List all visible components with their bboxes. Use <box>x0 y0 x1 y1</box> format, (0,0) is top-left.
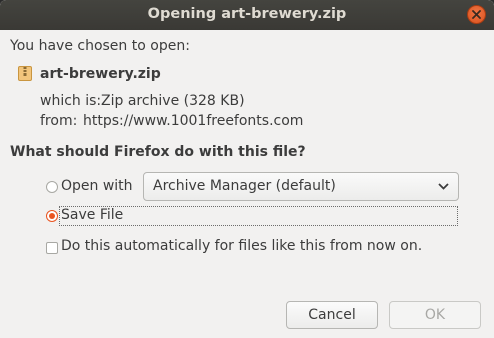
file-name: art-brewery.zip <box>40 66 161 82</box>
dialog-title: Opening art-brewery.zip <box>147 6 347 22</box>
cancel-button[interactable]: Cancel <box>286 301 378 329</box>
application-select-value: Archive Manager (default) <box>153 178 336 194</box>
application-select[interactable]: Archive Manager (default) <box>143 172 459 201</box>
save-file-label[interactable]: Save File <box>61 207 123 223</box>
archive-file-icon <box>18 66 32 81</box>
close-icon <box>472 10 481 19</box>
file-type-label: which is: <box>40 93 102 109</box>
file-type-value: Zip archive (328 KB) <box>101 93 245 109</box>
chevron-down-icon <box>438 183 449 190</box>
auto-action-label[interactable]: Do this automatically for files like thi… <box>61 238 422 254</box>
question-heading: What should Firefox do with this file? <box>10 144 306 160</box>
close-button[interactable] <box>467 5 486 24</box>
open-with-radio[interactable] <box>46 181 58 193</box>
intro-text: You have chosen to open: <box>10 38 190 54</box>
save-file-radio[interactable] <box>46 210 58 222</box>
file-source-value: https://www.1001freefonts.com <box>83 113 304 129</box>
open-with-label[interactable]: Open with <box>61 178 133 194</box>
titlebar[interactable]: Opening art-brewery.zip <box>0 0 494 30</box>
file-source-label: from: <box>40 113 78 129</box>
auto-action-checkbox[interactable] <box>46 242 58 254</box>
ok-button[interactable]: OK <box>389 301 481 329</box>
download-dialog: Opening art-brewery.zip You have chosen … <box>0 0 494 338</box>
